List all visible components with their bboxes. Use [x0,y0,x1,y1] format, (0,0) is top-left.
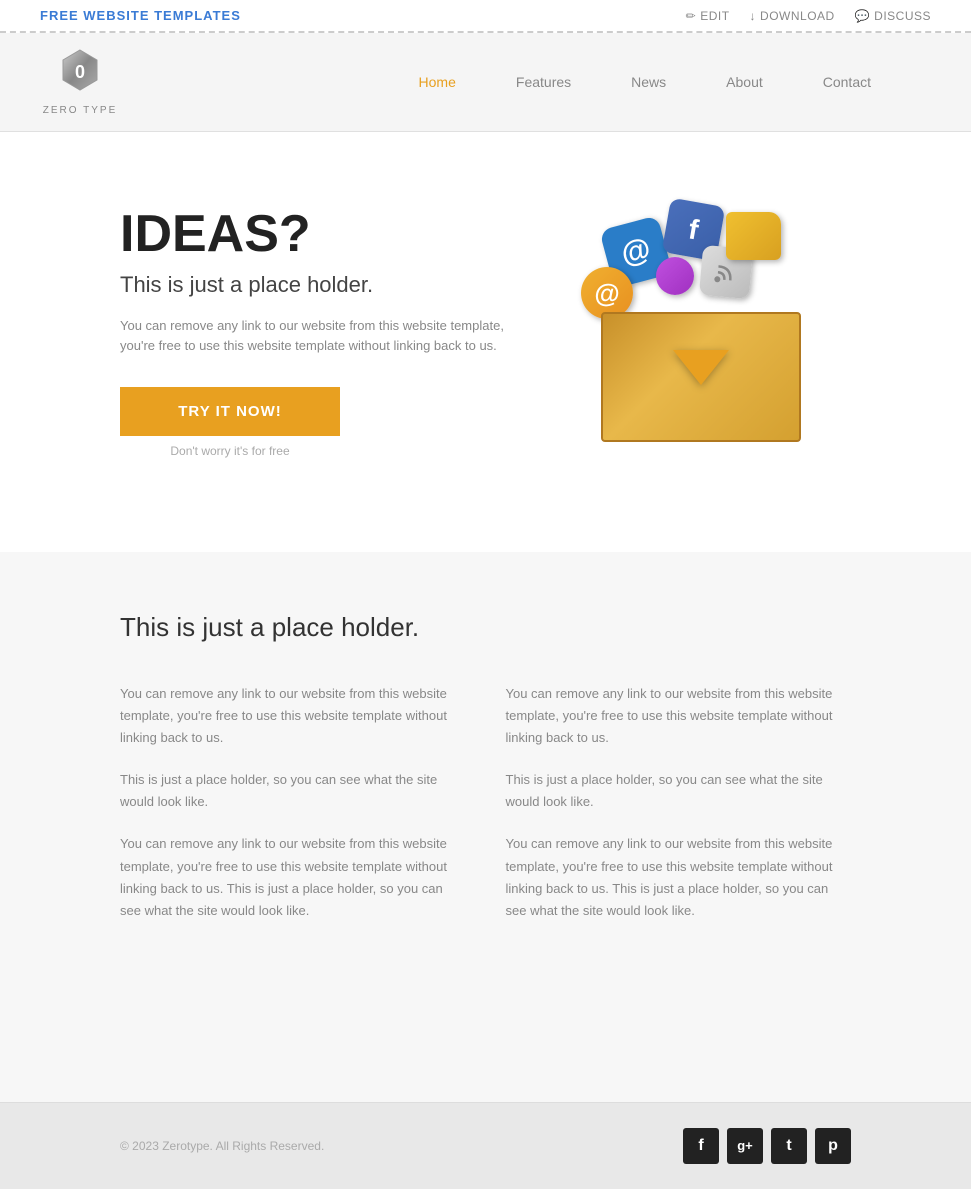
hero-title: IDEAS? [120,206,540,263]
footer-copyright: © 2023 Zerotype. All Rights Reserved. [120,1139,324,1153]
content-right-p2: This is just a place holder, so you can … [506,769,852,813]
nav-home[interactable]: Home [419,44,456,120]
nav-features[interactable]: Features [516,44,571,120]
discuss-action[interactable]: 💬 DISCUSS [855,9,931,23]
icon-folder [726,212,781,260]
social-facebook[interactable]: f [683,1128,719,1164]
spacer [0,1022,971,1102]
content-left-p3: You can remove any link to our website f… [120,833,466,921]
logo-text: ZERO TYPE [43,105,118,116]
box-arrow [673,350,729,385]
social-pinterest[interactable]: p [815,1128,851,1164]
top-bar: FREE WEBSITE TEMPLATES ✏ EDIT ↓ DOWNLOAD… [0,0,971,33]
logo-icon: 0 [59,48,101,103]
hero-content: IDEAS? This is just a place holder. You … [120,206,540,458]
content-section: This is just a place holder. You can rem… [0,552,971,1022]
cta-button[interactable]: TRY IT NOW! [120,387,340,436]
main-nav: Home Features News About Contact [180,44,931,120]
nav-contact[interactable]: Contact [823,44,871,120]
content-right-p1: You can remove any link to our website f… [506,683,852,749]
footer: © 2023 Zerotype. All Rights Reserved. f … [0,1102,971,1189]
content-col-right: You can remove any link to our website f… [506,683,852,942]
hero-section: IDEAS? This is just a place holder. You … [0,132,971,552]
content-columns: You can remove any link to our website f… [120,683,851,942]
nav-about[interactable]: About [726,44,763,120]
icon-purple-circle [656,257,694,295]
logo-area[interactable]: 0 ZERO TYPE [40,33,120,131]
hero-text: You can remove any link to our website f… [120,316,540,358]
content-col-left: You can remove any link to our website f… [120,683,466,942]
social-icons: f g+ t p [683,1128,851,1164]
download-action[interactable]: ↓ DOWNLOAD [750,9,835,23]
nav-news[interactable]: News [631,44,666,120]
top-bar-actions: ✏ EDIT ↓ DOWNLOAD 💬 DISCUSS [686,9,931,23]
content-left-p2: This is just a place holder, so you can … [120,769,466,813]
hero-subtitle: This is just a place holder. [120,271,540,300]
content-right-p3: You can remove any link to our website f… [506,833,852,921]
site-title: FREE WEBSITE TEMPLATES [40,8,241,23]
hero-illustration: @ f @ [551,192,851,472]
svg-text:0: 0 [75,62,85,82]
social-google-plus[interactable]: g+ [727,1128,763,1164]
content-title: This is just a place holder. [120,612,851,643]
cta-note: Don't worry it's for free [120,444,340,458]
edit-action[interactable]: ✏ EDIT [686,9,730,23]
content-left-p1: You can remove any link to our website f… [120,683,466,749]
header: 0 ZERO TYPE Home Features News About Con… [0,33,971,132]
social-twitter[interactable]: t [771,1128,807,1164]
box-body [601,312,801,442]
